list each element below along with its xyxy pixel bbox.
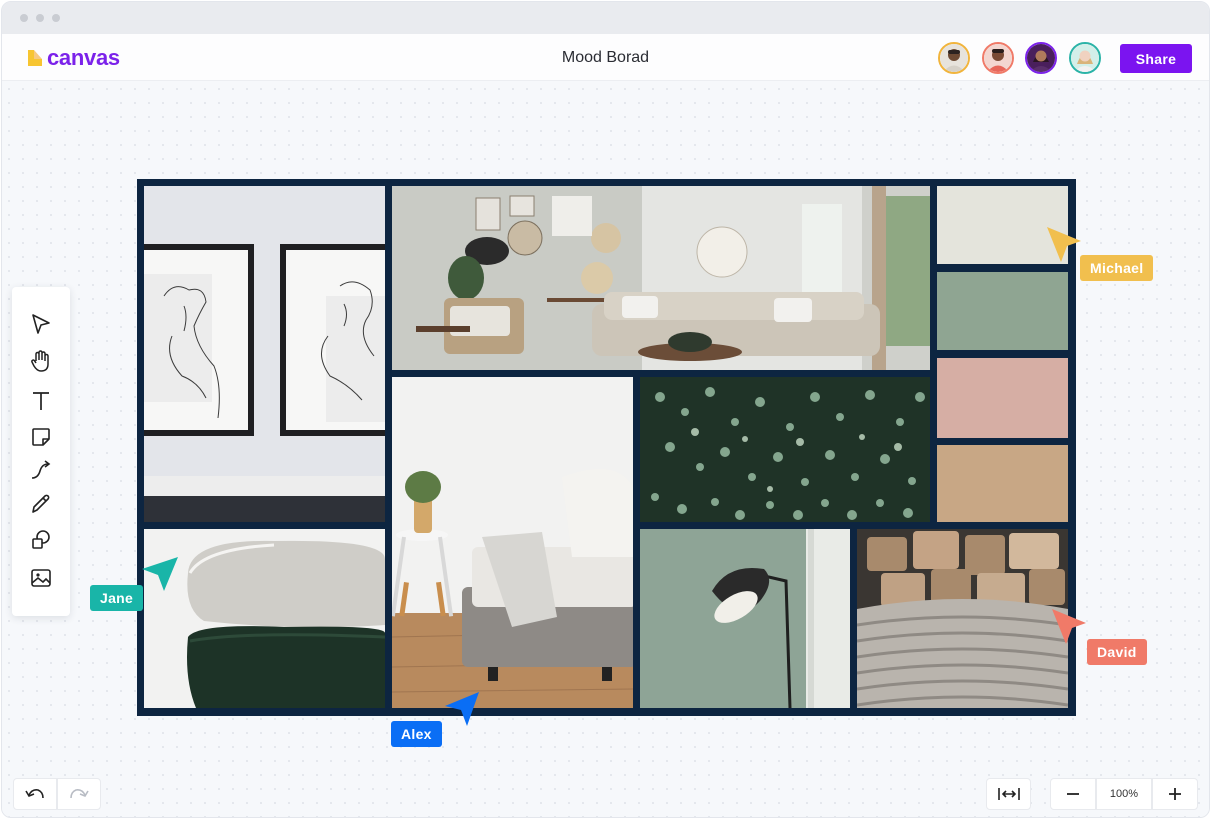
cursor-label-alex: Alex	[391, 721, 442, 747]
zoom-value: 100%	[1109, 788, 1139, 800]
text-icon	[33, 392, 49, 410]
cursor-label-david: David	[1087, 639, 1147, 665]
undo-button[interactable]	[13, 778, 57, 810]
pointer-arrow-icon	[32, 314, 50, 334]
plus-icon	[1169, 788, 1181, 800]
connector-tool[interactable]	[26, 456, 56, 486]
person-avatar-icon	[984, 44, 1012, 72]
collaborator-avatar[interactable]	[982, 42, 1014, 74]
zoom-in-button[interactable]	[1152, 778, 1198, 810]
cursor-label-jane: Jane	[90, 585, 144, 611]
sticky-note-icon	[32, 428, 50, 446]
window-dot	[52, 14, 60, 22]
zoom-level[interactable]: 100%	[1096, 778, 1152, 810]
share-button[interactable]: Share	[1120, 44, 1192, 73]
text-tool[interactable]	[26, 386, 56, 416]
connector-icon	[31, 460, 51, 479]
redo-button[interactable]	[57, 778, 101, 810]
line-art-photo	[144, 186, 385, 522]
person-avatar-icon	[1027, 44, 1055, 72]
hand-icon	[31, 350, 49, 372]
pen-tool[interactable]	[26, 489, 56, 519]
foliage-photo	[640, 377, 930, 522]
michael-cursor-icon	[1047, 227, 1081, 262]
hand-tool[interactable]	[26, 346, 56, 376]
image-tile-lamp[interactable]	[640, 529, 850, 708]
logo-icon	[28, 50, 42, 66]
image-tile-line-art[interactable]	[144, 186, 385, 522]
color-swatch-blush[interactable]	[937, 358, 1068, 438]
shapes-icon	[32, 530, 50, 549]
person-avatar-icon	[940, 44, 968, 72]
top-bar: canvas Mood Borad Share	[2, 34, 1209, 81]
image-tile-basket[interactable]	[857, 529, 1068, 708]
collaborator-avatar[interactable]	[1069, 42, 1101, 74]
zoom-out-button[interactable]	[1050, 778, 1096, 810]
image-tile-pillows[interactable]	[144, 529, 385, 708]
mood-board[interactable]	[137, 179, 1076, 716]
image-tile-bedroom[interactable]	[392, 377, 633, 708]
canvas-logo[interactable]: canvas	[27, 45, 120, 70]
shapes-tool[interactable]	[26, 525, 56, 555]
brand-name: canvas	[47, 45, 120, 70]
window-dot	[36, 14, 44, 22]
sticky-note-tool[interactable]	[26, 422, 56, 452]
redo-icon	[70, 789, 89, 799]
select-tool[interactable]	[26, 309, 56, 339]
living-room-photo	[392, 186, 930, 370]
collaborator-avatar[interactable]	[1025, 42, 1057, 74]
tools-panel	[12, 287, 70, 616]
image-icon	[31, 569, 51, 587]
bedroom-photo	[392, 377, 633, 708]
undo-icon	[25, 789, 44, 799]
fit-to-screen-button[interactable]	[986, 778, 1031, 810]
window-chrome	[2, 2, 1209, 34]
image-tool[interactable]	[26, 563, 56, 593]
cursor-label-michael: Michael	[1080, 255, 1154, 281]
window-dot	[20, 14, 28, 22]
color-swatch-tan[interactable]	[937, 445, 1068, 522]
color-swatch-sage[interactable]	[937, 272, 1068, 350]
basket-photo	[857, 529, 1068, 708]
fit-width-icon	[997, 788, 1020, 800]
image-tile-foliage[interactable]	[640, 377, 930, 522]
image-tile-living-room[interactable]	[392, 186, 930, 370]
alex-cursor-icon	[445, 692, 479, 726]
pencil-icon	[32, 494, 50, 513]
pillows-photo	[144, 529, 385, 708]
jane-cursor-icon	[142, 557, 178, 591]
minus-icon	[1067, 793, 1079, 795]
collaborator-avatar[interactable]	[938, 42, 970, 74]
person-avatar-icon	[1071, 44, 1099, 72]
lamp-photo	[640, 529, 850, 708]
david-cursor-icon	[1052, 609, 1086, 644]
